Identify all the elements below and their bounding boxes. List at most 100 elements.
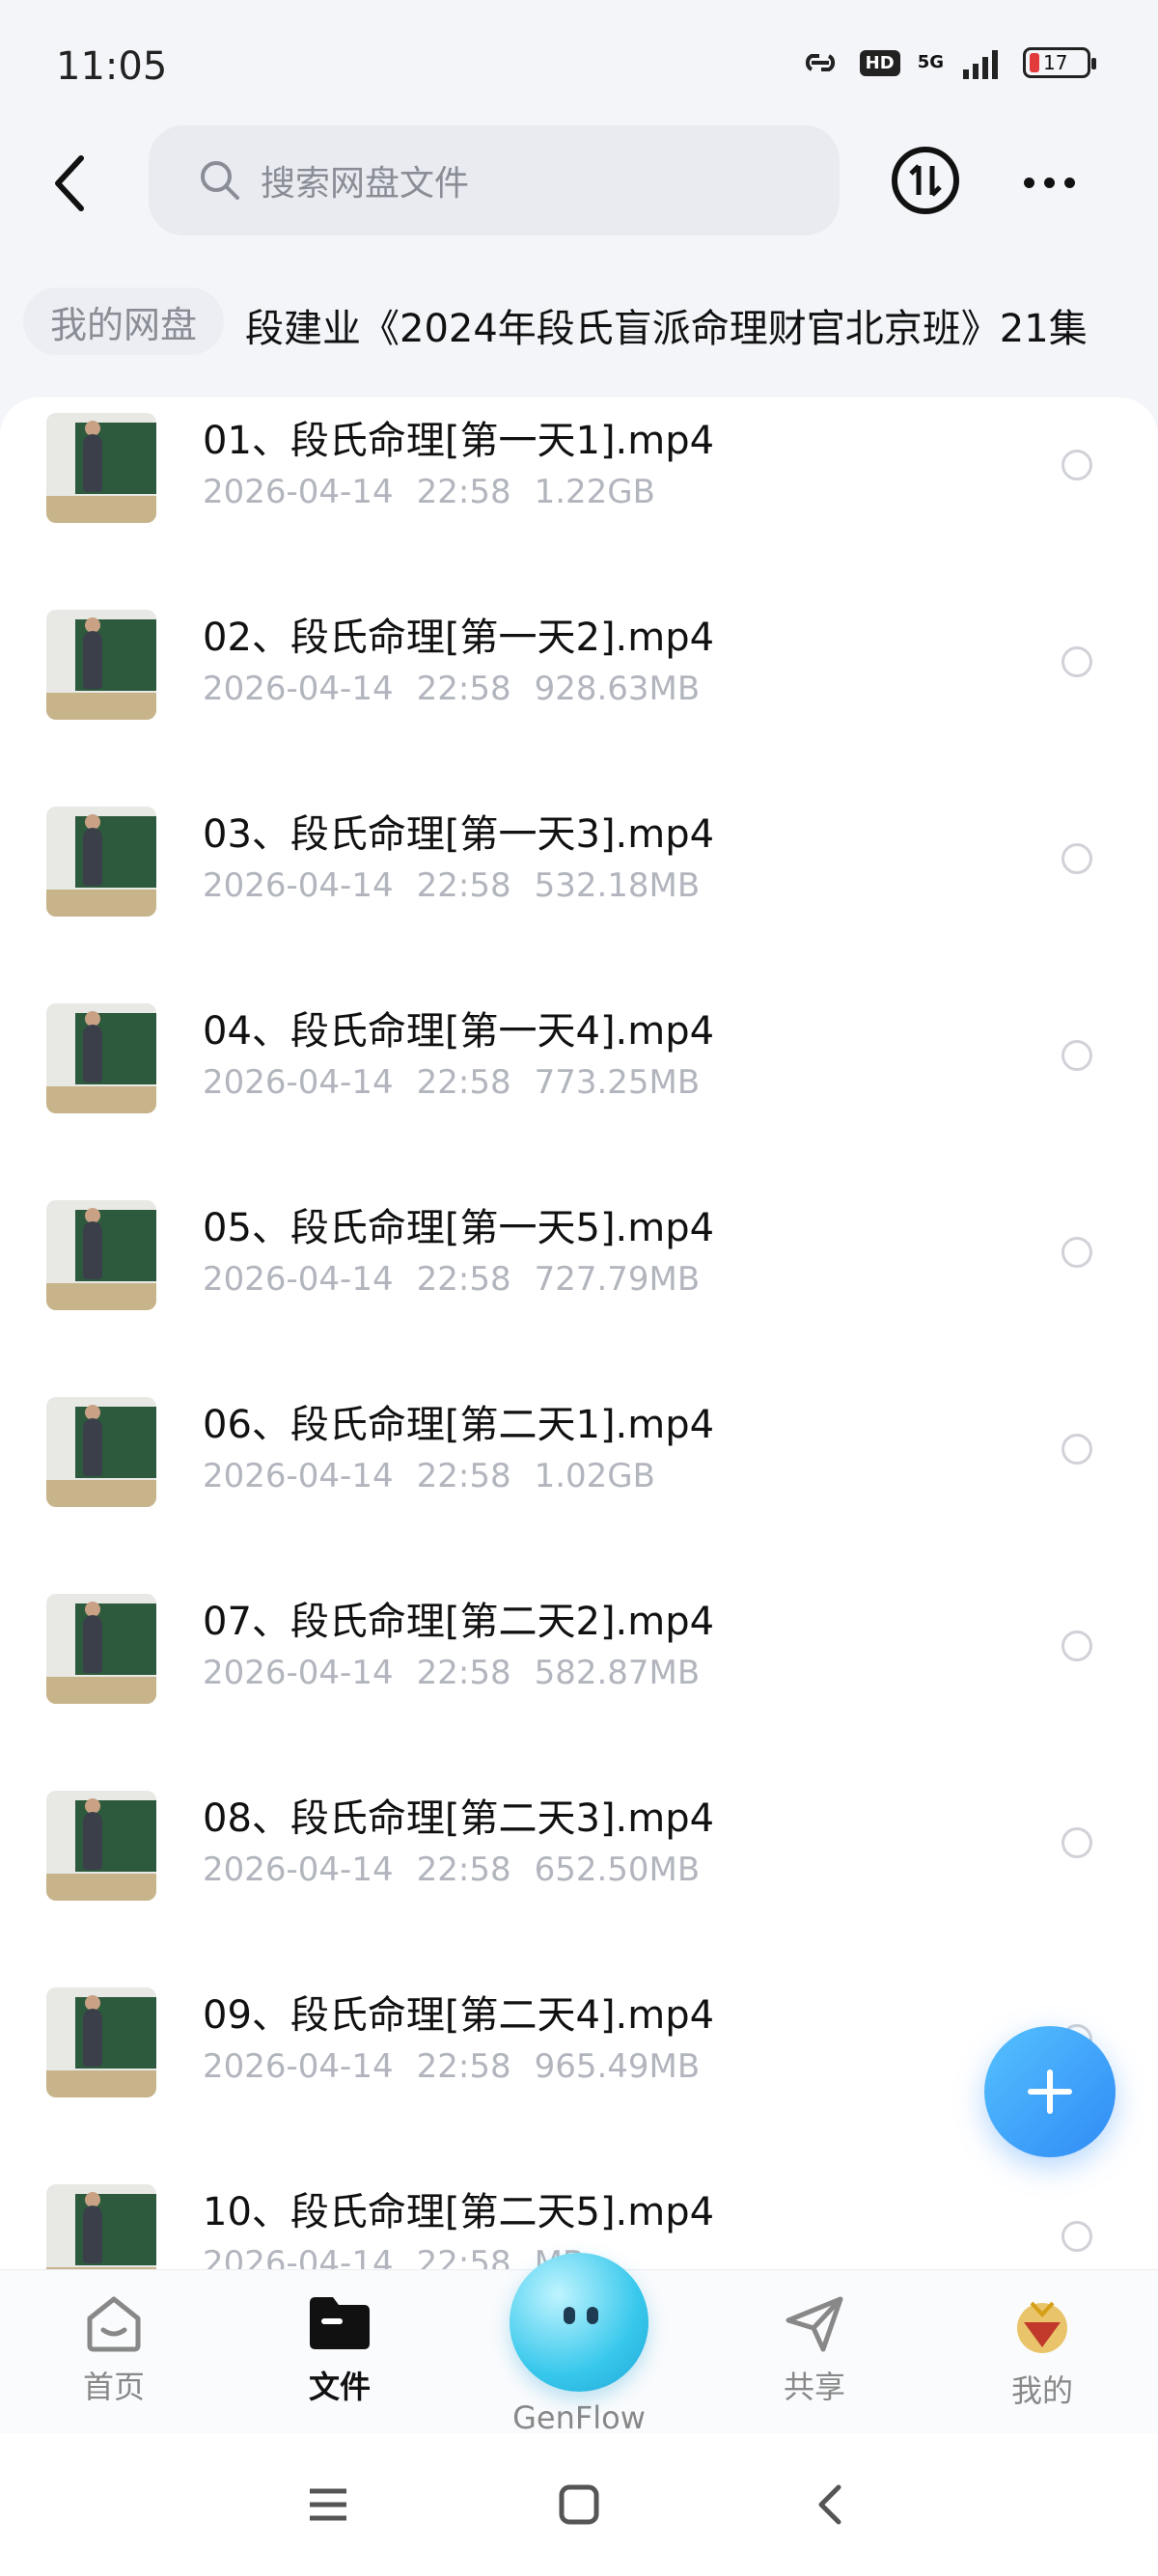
top-bar: 搜索网盘文件 — [0, 125, 1158, 241]
file-row[interactable]: 01、段氏命理[第一天1].mp4 2026-04-14 22:58 1.22GB — [0, 403, 1158, 600]
file-time: 22:58 — [416, 473, 511, 511]
select-radio[interactable] — [1062, 1434, 1092, 1465]
file-date: 2026-04-14 — [203, 1654, 394, 1692]
file-name: 06、段氏命理[第二天1].mp4 — [203, 1403, 715, 1447]
more-button[interactable] — [1015, 158, 1083, 206]
nav-files-label: 文件 — [308, 2369, 371, 2405]
breadcrumb: 我的网盘 段建业《2024年段氏盲派命理财官北京班》21集 — [0, 280, 1158, 376]
bottom-nav: 首页 文件 GenFlow 共享 我的 — [0, 2253, 1158, 2436]
file-meta: 2026-04-14 22:58 582.87MB — [203, 1654, 723, 1692]
nav-genflow[interactable]: GenFlow — [492, 2253, 666, 2436]
select-radio[interactable] — [1062, 2221, 1092, 2252]
file-row[interactable]: 02、段氏命理[第一天2].mp4 2026-04-14 22:58 928.63M… — [0, 600, 1158, 797]
file-size: 1.02GB — [534, 1457, 655, 1495]
file-date: 2026-04-14 — [203, 2244, 394, 2269]
file-meta: 2026-04-14 22:58 1.22GB — [203, 473, 678, 511]
select-radio[interactable] — [1062, 450, 1092, 480]
more-icon-dot — [1043, 177, 1055, 188]
nav-home[interactable]: 首页 — [27, 2293, 201, 2407]
file-name: 08、段氏命理[第二天3].mp4 — [203, 1796, 715, 1841]
video-thumbnail — [46, 1791, 156, 1901]
home-icon — [87, 2296, 141, 2352]
file-name: 05、段氏命理[第一天5].mp4 — [203, 1206, 715, 1250]
file-row[interactable]: 06、段氏命理[第二天1].mp4 2026-04-14 22:58 1.02GB — [0, 1387, 1158, 1584]
battery-icon: 17 — [1023, 47, 1096, 78]
nav-files[interactable]: 文件 — [253, 2293, 427, 2407]
select-radio[interactable] — [1062, 1237, 1092, 1268]
status-bar: 11:05 HD 5G 17 — [0, 0, 1158, 135]
file-time: 22:58 — [416, 1063, 511, 1102]
file-time: 22:58 — [416, 2047, 511, 2086]
file-date: 2026-04-14 — [203, 1260, 394, 1299]
file-name: 02、段氏命理[第一天2].mp4 — [203, 616, 715, 660]
signal-icon — [963, 50, 998, 79]
file-date: 2026-04-14 — [203, 670, 394, 708]
video-thumbnail — [46, 1987, 156, 2097]
file-meta: 2026-04-14 22:58 1.02GB — [203, 1457, 678, 1495]
nav-share[interactable]: 共享 — [728, 2293, 901, 2407]
select-radio[interactable] — [1062, 1827, 1092, 1858]
file-row[interactable]: 09、段氏命理[第二天4].mp4 2026-04-14 22:58 965.49M… — [0, 1978, 1158, 2175]
video-thumbnail — [46, 1594, 156, 1704]
file-size: 1.22GB — [534, 473, 655, 511]
file-row[interactable]: 04、段氏命理[第一天4].mp4 2026-04-14 22:58 773.25M… — [0, 994, 1158, 1191]
file-time: 22:58 — [416, 866, 511, 905]
add-button[interactable] — [984, 2026, 1116, 2157]
video-thumbnail — [46, 1397, 156, 1507]
transfer-button[interactable] — [892, 147, 959, 214]
square-icon — [559, 2484, 599, 2525]
back-arrow-icon — [55, 155, 84, 211]
system-back-button[interactable] — [801, 2476, 859, 2534]
nav-share-label: 共享 — [783, 2369, 845, 2405]
file-size: 928.63MB — [534, 670, 701, 708]
file-time: 22:58 — [416, 1850, 511, 1889]
select-radio[interactable] — [1062, 1631, 1092, 1661]
search-placeholder: 搜索网盘文件 — [261, 164, 470, 204]
status-icons: HD 5G 17 — [798, 46, 1096, 79]
battery-level — [1030, 53, 1039, 72]
search-input[interactable]: 搜索网盘文件 — [149, 125, 840, 235]
file-size: 652.50MB — [534, 1850, 701, 1889]
file-name: 10、段氏命理[第二天5].mp4 — [203, 2190, 715, 2234]
file-size: 965.49MB — [534, 2047, 701, 2086]
breadcrumb-root[interactable]: 我的网盘 — [23, 288, 225, 355]
file-row[interactable]: 03、段氏命理[第一天3].mp4 2026-04-14 22:58 532.18M… — [0, 797, 1158, 994]
video-thumbnail — [46, 2184, 156, 2269]
nav-mine[interactable]: 我的 — [955, 2293, 1129, 2411]
genflow-orb-icon — [510, 2253, 648, 2392]
back-button[interactable] — [41, 147, 98, 220]
file-time: 22:58 — [416, 670, 511, 708]
file-time: 22:58 — [416, 1260, 511, 1299]
file-size: 727.79MB — [534, 1260, 701, 1299]
file-date: 2026-04-14 — [203, 1063, 394, 1102]
file-meta: 2026-04-14 22:58 727.79MB — [203, 1260, 723, 1299]
network-label: 5G — [917, 52, 944, 72]
nav-mine-label: 我的 — [1010, 2372, 1073, 2409]
file-time: 22:58 — [416, 2244, 511, 2269]
nav-genflow-label: GenFlow — [512, 2399, 646, 2436]
file-size: 773.25MB — [534, 1063, 701, 1102]
avatar-icon — [1017, 2301, 1067, 2353]
status-time: 11:05 — [56, 44, 168, 89]
file-time: 22:58 — [416, 1457, 511, 1495]
file-row[interactable]: 05、段氏命理[第一天5].mp4 2026-04-14 22:58 727.79M… — [0, 1191, 1158, 1387]
system-nav-bar — [0, 2433, 1158, 2576]
link-icon — [805, 54, 835, 71]
menu-icon — [310, 2488, 346, 2521]
file-date: 2026-04-14 — [203, 1457, 394, 1495]
select-radio[interactable] — [1062, 1040, 1092, 1071]
folder-icon — [310, 2297, 370, 2349]
file-row[interactable]: 08、段氏命理[第二天3].mp4 2026-04-14 22:58 652.50M… — [0, 1781, 1158, 1978]
file-meta: 2026-04-14 22:58 773.25MB — [203, 1063, 723, 1102]
home-button[interactable] — [550, 2476, 608, 2534]
orb-eye — [587, 2307, 598, 2324]
file-name: 07、段氏命理[第二天2].mp4 — [203, 1600, 715, 1644]
back-chevron-icon — [818, 2484, 841, 2525]
menu-button[interactable] — [299, 2476, 357, 2534]
file-date: 2026-04-14 — [203, 2047, 394, 2086]
breadcrumb-current: 段建业《2024年段氏盲派命理财官北京班》21集 — [245, 307, 1088, 351]
select-radio[interactable] — [1062, 843, 1092, 874]
orb-eye — [564, 2307, 575, 2324]
select-radio[interactable] — [1062, 646, 1092, 677]
file-row[interactable]: 07、段氏命理[第二天2].mp4 2026-04-14 22:58 582.87M… — [0, 1584, 1158, 1781]
